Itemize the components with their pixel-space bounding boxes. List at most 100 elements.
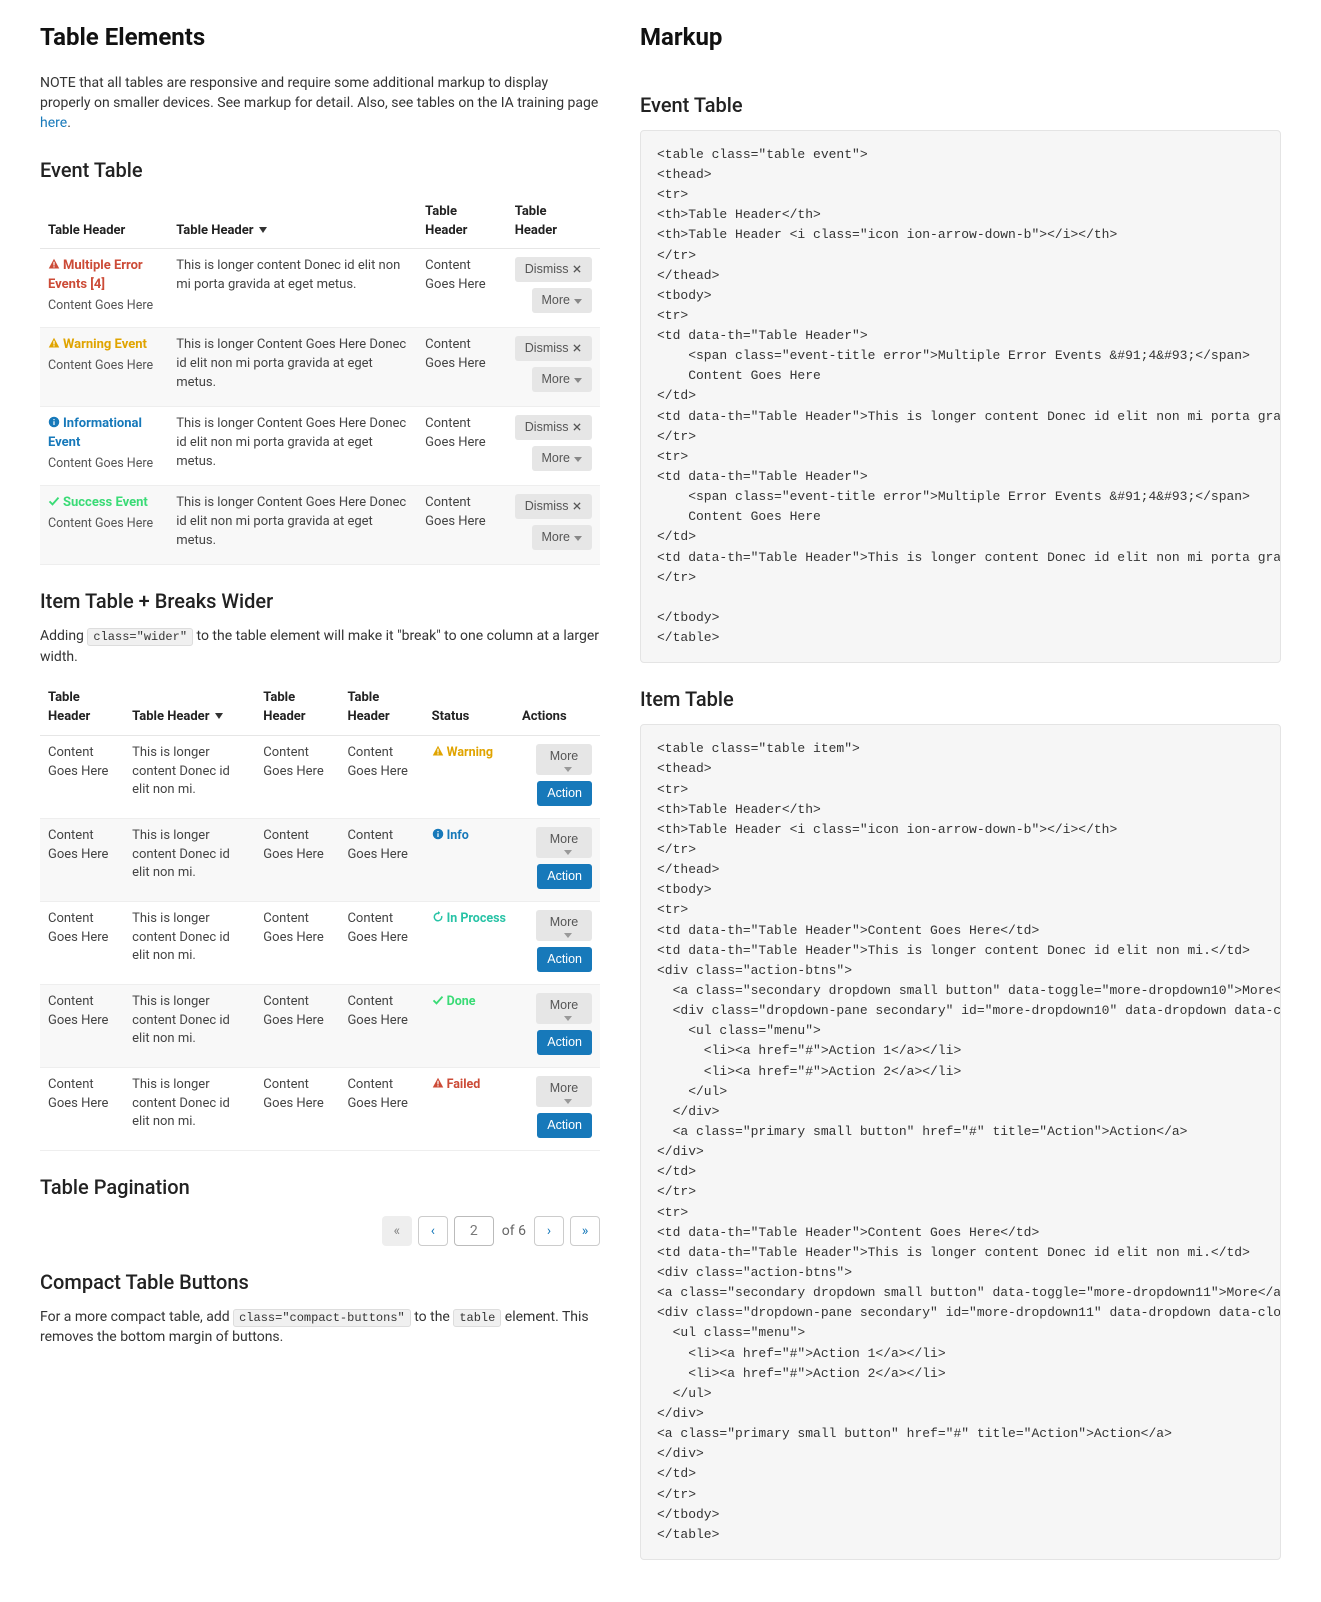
more-button[interactable]: More <box>532 446 592 471</box>
event-title-cell: Multiple Error Events [4] Content Goes He… <box>40 249 168 328</box>
event-subtext: Content Goes Here <box>48 298 153 313</box>
event-subtext: Content Goes Here <box>48 516 153 531</box>
action-button[interactable]: Action <box>537 1113 592 1138</box>
status-cell: Warning <box>424 735 514 818</box>
compact-pre: For a more compact table, add <box>40 1309 233 1325</box>
table-cell: This is longer content Donec id elit non… <box>124 735 255 818</box>
col-header[interactable]: Table Header <box>255 681 339 735</box>
dismiss-button[interactable]: Dismiss <box>515 415 592 440</box>
status-badge: Done <box>432 994 476 1009</box>
action-button[interactable]: Action <box>537 947 592 972</box>
markup-heading: Markup <box>640 20 1281 55</box>
event-title: Multiple Error Events [4] <box>48 257 160 295</box>
more-button[interactable]: More <box>532 367 592 392</box>
col-header[interactable]: Table Header <box>507 195 600 249</box>
chevron-down-icon <box>564 1099 572 1104</box>
table-row: Content Goes HereThis is longer content … <box>40 818 600 901</box>
table-cell: Content Goes Here <box>40 735 124 818</box>
table-row: Informational Event Content Goes HereThis… <box>40 407 600 486</box>
pagination: « ‹ 2 of 6 › » <box>40 1216 600 1246</box>
table-cell: Content Goes Here <box>339 1067 423 1150</box>
chevron-down-icon <box>564 850 572 855</box>
chevron-down-icon <box>564 1016 572 1021</box>
action-button[interactable]: Action <box>537 864 592 889</box>
table-row: Multiple Error Events [4] Content Goes He… <box>40 249 600 328</box>
item-table: Table Header Table Header Table Header T… <box>40 681 600 1151</box>
event-title: Informational Event <box>48 415 160 453</box>
event-title-cell: Success Event Content Goes Here <box>40 486 168 565</box>
close-icon <box>572 341 582 355</box>
table-cell: Content Goes Here <box>255 901 339 984</box>
col-header-actions[interactable]: Actions <box>514 681 600 735</box>
more-button[interactable]: More <box>536 744 592 775</box>
table-cell: Content Goes Here <box>417 249 507 328</box>
table-cell: This is longer Content Goes Here Donec i… <box>168 407 417 486</box>
success-icon <box>48 495 60 507</box>
compact-desc: For a more compact table, add class="com… <box>40 1307 600 1348</box>
status-cell: In Process <box>424 901 514 984</box>
page-first-button[interactable]: « <box>382 1216 412 1246</box>
note-text: NOTE that all tables are responsive and … <box>40 75 598 111</box>
status-badge: In Process <box>432 911 506 926</box>
dismiss-button[interactable]: Dismiss <box>515 257 592 282</box>
col-header[interactable]: Table Header <box>40 681 124 735</box>
error-icon <box>432 1077 444 1089</box>
table-cell: Content Goes Here <box>417 407 507 486</box>
status-cell: Done <box>424 984 514 1067</box>
col-header[interactable]: Table Header <box>417 195 507 249</box>
page-last-button[interactable]: » <box>570 1216 600 1246</box>
table-cell: This is longer Content Goes Here Donec i… <box>168 328 417 407</box>
status-badge: Info <box>432 828 469 843</box>
code-block-event[interactable]: <table class="table event"> <thead> <tr>… <box>640 130 1281 664</box>
here-link[interactable]: here <box>40 115 67 131</box>
info-icon <box>48 416 60 428</box>
dismiss-button[interactable]: Dismiss <box>515 336 592 361</box>
more-button[interactable]: More <box>536 1076 592 1107</box>
table-cell: Content Goes Here <box>255 984 339 1067</box>
table-cell: Content Goes Here <box>40 818 124 901</box>
action-button[interactable]: Action <box>537 1030 592 1055</box>
action-button[interactable]: Action <box>537 781 592 806</box>
table-cell: Content Goes Here <box>417 328 507 407</box>
table-cell: Content Goes Here <box>417 486 507 565</box>
more-button[interactable]: More <box>536 827 592 858</box>
process-icon <box>432 911 444 923</box>
dismiss-button[interactable]: Dismiss <box>515 494 592 519</box>
table-cell: Content Goes Here <box>40 901 124 984</box>
warning-icon <box>48 337 60 349</box>
done-icon <box>432 994 444 1006</box>
sort-desc-icon <box>259 227 267 233</box>
more-button[interactable]: More <box>536 910 592 941</box>
actions-cell: Dismiss More <box>507 328 600 407</box>
page-prev-button[interactable]: ‹ <box>418 1216 448 1246</box>
markup-item-heading: Item Table <box>640 685 1281 714</box>
more-button[interactable]: More <box>532 288 592 313</box>
table-cell: Content Goes Here <box>40 1067 124 1150</box>
status-cell: Info <box>424 818 514 901</box>
warning-icon <box>432 745 444 757</box>
table-cell: This is longer content Donec id elit non… <box>168 249 417 328</box>
table-cell: Content Goes Here <box>255 818 339 901</box>
more-button[interactable]: More <box>532 525 592 550</box>
col-header[interactable]: Table Header <box>339 681 423 735</box>
code-block-item[interactable]: <table class="table item"> <thead> <tr> … <box>640 724 1281 1560</box>
table-cell: This is longer Content Goes Here Donec i… <box>168 486 417 565</box>
table-row: Content Goes HereThis is longer content … <box>40 1067 600 1150</box>
chevron-down-icon <box>574 378 582 383</box>
more-button[interactable]: More <box>536 993 592 1024</box>
page-next-button[interactable]: › <box>534 1216 564 1246</box>
event-title: Success Event <box>48 494 160 513</box>
col-header-sortable[interactable]: Table Header <box>168 195 417 249</box>
chevron-down-icon <box>574 457 582 462</box>
page-current-input[interactable]: 2 <box>454 1216 494 1246</box>
actions-cell: Dismiss More <box>507 486 600 565</box>
table-cell: Content Goes Here <box>339 818 423 901</box>
table-cell: This is longer content Donec id elit non… <box>124 818 255 901</box>
col-header-status[interactable]: Status <box>424 681 514 735</box>
col-header-sortable[interactable]: Table Header <box>124 681 255 735</box>
close-icon <box>572 262 582 276</box>
event-title-cell: Warning EventContent Goes Here <box>40 328 168 407</box>
col-header[interactable]: Table Header <box>40 195 168 249</box>
actions-cell: More Action <box>514 1067 600 1150</box>
event-table-heading: Event Table <box>40 156 600 185</box>
